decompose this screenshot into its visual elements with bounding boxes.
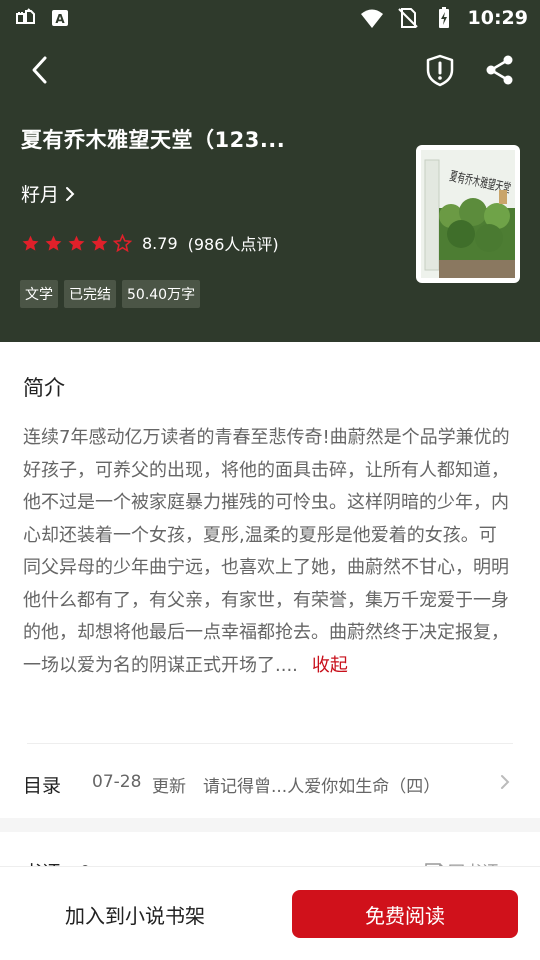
book-title: 夏有乔木雅望天堂（123...: [21, 128, 286, 152]
toc-label: 目录: [23, 775, 62, 797]
book-header: A 10:29 夏有乔木雅望天堂（123... 籽月 8.79 (986人点评)…: [0, 0, 540, 342]
top-toolbar: [0, 48, 540, 92]
author-name: 籽月: [21, 184, 60, 206]
section-gap: [0, 818, 540, 832]
tag-genre[interactable]: 文学: [20, 280, 58, 308]
toc-update-label: 更新: [152, 777, 186, 797]
no-sim-icon: [397, 8, 418, 28]
cover-art: 夏有乔木雅望天堂: [421, 150, 515, 278]
report-shield-button[interactable]: [422, 52, 458, 88]
star-full-icon: [45, 235, 62, 251]
tag-word-count: 50.40万字: [122, 280, 201, 308]
chevron-right-icon: [66, 186, 75, 201]
tag-status: 已完结: [64, 280, 116, 308]
toc-latest-chapter: 请记得曾...人爱你如生命（四）: [203, 777, 441, 797]
bottom-action-bar: 加入到小说书架 免费阅读: [0, 866, 540, 960]
intro-heading: 简介: [23, 376, 65, 400]
star-half-icon: [113, 233, 132, 252]
collapse-link[interactable]: 收起: [312, 655, 348, 676]
rating-stars: [21, 233, 132, 253]
intro-text: 连续7年感动亿万读者的青春至悲传奇!曲蔚然是个品学兼优的好孩子，可养父的出现，将…: [23, 422, 513, 682]
book-detail-screen: A 10:29 夏有乔木雅望天堂（123... 籽月 8.79 (986人点评)…: [0, 0, 540, 960]
intro-section: 简介 连续7年感动亿万读者的青春至悲传奇!曲蔚然是个品学兼优的好孩子，可养父的出…: [0, 342, 540, 818]
wifi-icon: [360, 9, 383, 28]
text-a-icon: A: [52, 10, 68, 26]
free-read-button[interactable]: 免费阅读: [292, 890, 518, 938]
status-time: 10:29: [467, 7, 528, 29]
rating-row: 8.79 (986人点评): [21, 231, 279, 255]
status-bar: A 10:29: [0, 0, 540, 38]
star-full-icon: [91, 235, 108, 251]
cover-image: 夏有乔木雅望天堂: [421, 150, 515, 278]
svg-text:A: A: [55, 12, 65, 26]
chevron-right-icon: [501, 775, 510, 789]
rating-score: 8.79: [142, 233, 178, 253]
star-full-icon: [68, 235, 85, 251]
app-bug-icon: [16, 8, 35, 24]
star-full-icon: [22, 235, 39, 251]
book-cover[interactable]: 夏有乔木雅望天堂: [416, 145, 520, 283]
battery-charging-icon: [438, 7, 449, 28]
rating-count: (986人点评): [187, 235, 279, 254]
intro-body: 连续7年感动亿万读者的青春至悲传奇!曲蔚然是个品学兼优的好孩子，可养父的出现，将…: [23, 427, 510, 676]
back-button[interactable]: [22, 52, 58, 88]
toc-update-date: 07-28: [92, 772, 142, 792]
author-link[interactable]: 籽月: [21, 180, 77, 207]
share-button[interactable]: [482, 52, 518, 88]
book-tags: 文学 已完结 50.40万字: [20, 280, 201, 308]
add-to-shelf-button[interactable]: 加入到小说书架: [22, 890, 248, 938]
toc-row[interactable]: 目录 07-28 更新 请记得曾...人爱你如生命（四）: [0, 744, 540, 820]
